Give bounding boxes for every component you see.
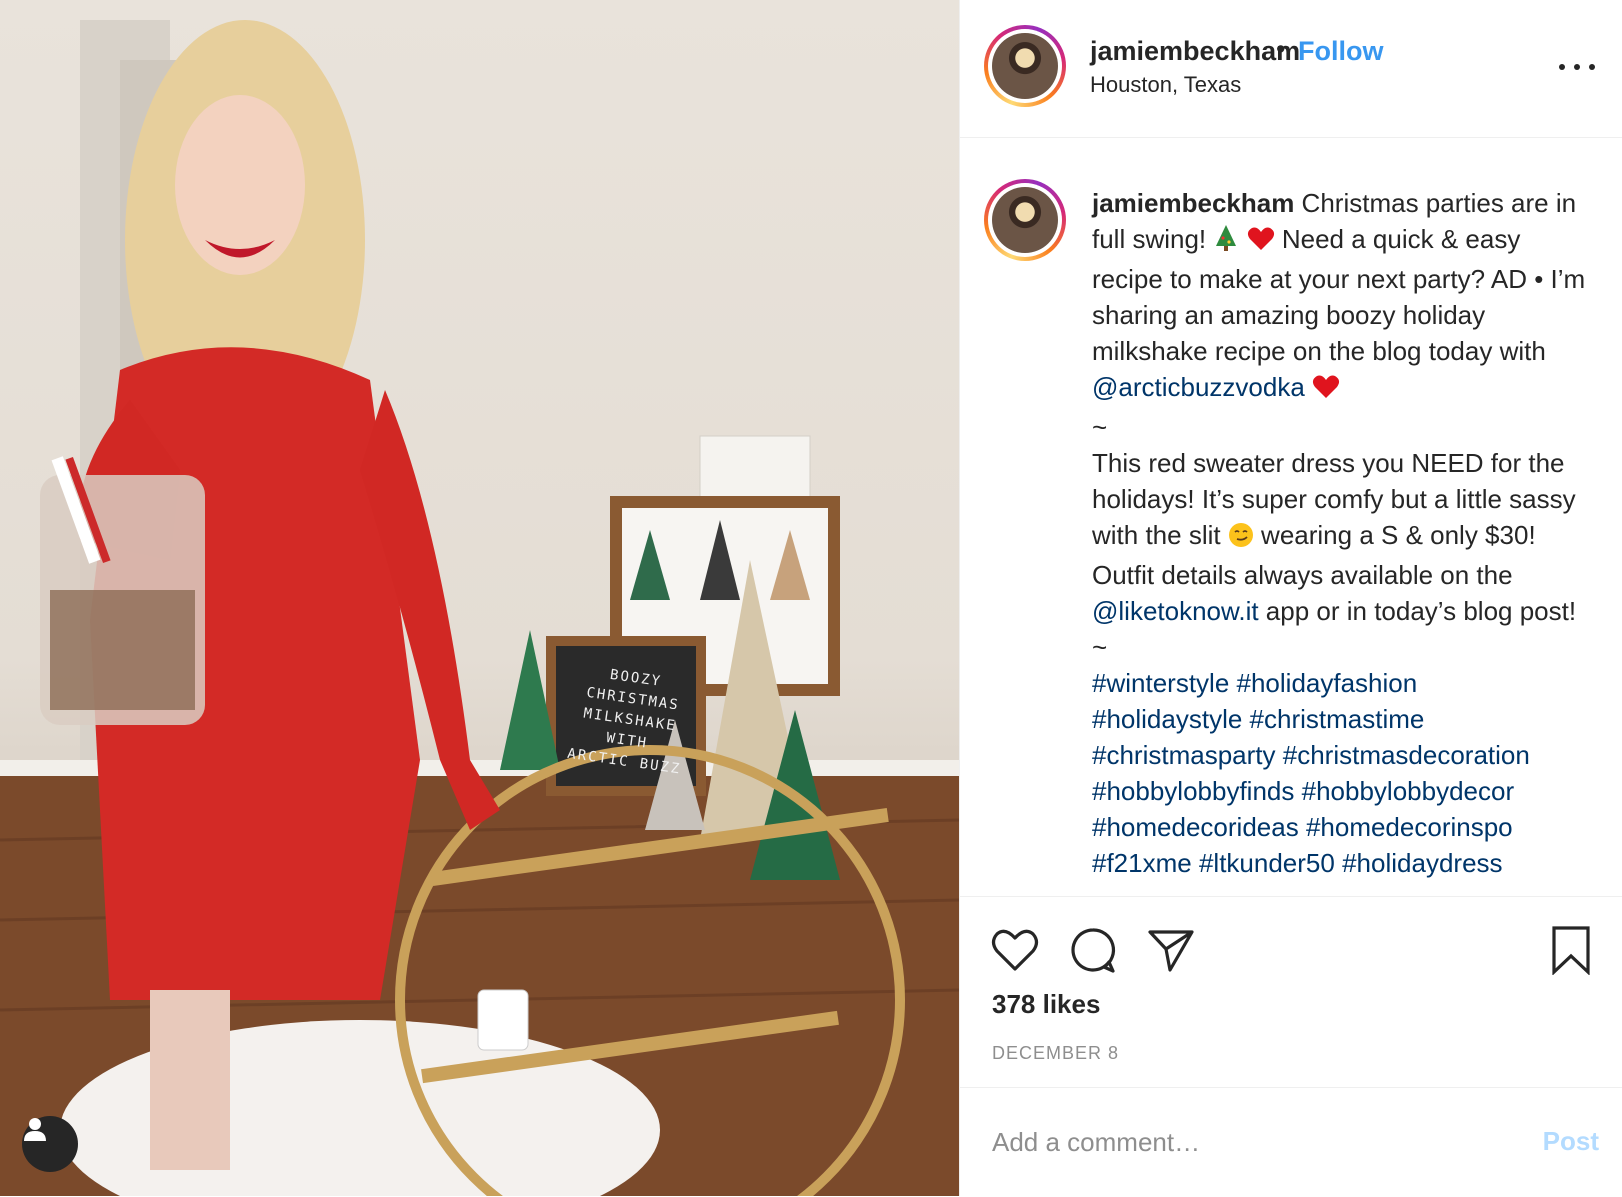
bookmark-icon[interactable] [1546, 925, 1596, 976]
hashtag-link[interactable]: #f21xme [1092, 848, 1192, 878]
caption-text: jamiembeckham Christmas parties are in f… [1092, 185, 1597, 881]
post-side-panel: jamiembeckham • Follow Houston, Texas ja… [959, 0, 1622, 1196]
follow-button[interactable]: Follow [1298, 36, 1383, 67]
header-username[interactable]: jamiembeckham [1090, 36, 1300, 67]
caption-tilde-1: ~ [1092, 412, 1108, 442]
post-date[interactable]: DECEMBER 8 [992, 1043, 1119, 1064]
caption-username[interactable]: jamiembeckham [1092, 188, 1294, 218]
christmas-tree-icon [1213, 224, 1239, 261]
hashtag-link[interactable]: #winterstyle [1092, 668, 1229, 698]
caption-avatar[interactable] [984, 179, 1066, 261]
post-photo[interactable]: BOOZY CHRISTMAS MILKSHAKE WITH ARCTIC BU… [0, 0, 959, 1196]
hashtag-list: #winterstyle #holidayfashion #holidaysty… [1092, 665, 1597, 881]
red-heart-icon [1312, 373, 1340, 409]
send-icon[interactable] [1146, 925, 1196, 975]
hashtag-link[interactable]: #hobbylobbydecor [1302, 776, 1515, 806]
more-options-icon[interactable] [1559, 52, 1595, 82]
mention-arcticbuzzvodka[interactable]: @arcticbuzzvodka [1092, 372, 1305, 402]
hashtag-link[interactable]: #holidaystyle [1092, 704, 1242, 734]
caption-part-5: app or in today’s blog post! [1258, 596, 1577, 626]
mention-liketoknow[interactable]: @liketoknow.it [1092, 596, 1259, 626]
comment-input[interactable] [992, 1122, 1512, 1162]
post-comment-button[interactable]: Post [1543, 1126, 1599, 1157]
hashtag-link[interactable]: #holidayfashion [1237, 668, 1418, 698]
hashtag-link[interactable]: #ltkunder50 [1199, 848, 1335, 878]
photo-illustration [0, 20, 959, 1196]
hashtag-link[interactable]: #homedecorideas [1092, 812, 1299, 842]
hashtag-link[interactable]: #holidaydress [1342, 848, 1502, 878]
comment-icon[interactable] [1068, 925, 1118, 975]
person-icon [24, 1118, 46, 1141]
caption-area[interactable]: jamiembeckham Christmas parties are in f… [960, 139, 1622, 895]
hashtag-link[interactable]: #christmasdecoration [1283, 740, 1530, 770]
hashtag-link[interactable]: #christmasparty [1092, 740, 1276, 770]
smirk-face-icon [1228, 521, 1254, 557]
hashtag-link[interactable]: #hobbylobbyfinds [1092, 776, 1294, 806]
hashtag-link[interactable]: #homedecorinspo [1306, 812, 1513, 842]
likes-count[interactable]: 378 likes [992, 989, 1100, 1020]
caption-tilde-2: ~ [1092, 632, 1108, 662]
hashtag-link[interactable]: #christmastime [1250, 704, 1425, 734]
header-separator: • [1276, 34, 1286, 64]
location-link[interactable]: Houston, Texas [1090, 72, 1241, 98]
comment-bar: Post [960, 1087, 1622, 1197]
user-tag-icon[interactable] [22, 1116, 78, 1172]
post-header: jamiembeckham • Follow Houston, Texas [960, 0, 1622, 138]
letter-board-text: BOOZY CHRISTMAS MILKSHAKE WITH ARCTIC BU… [566, 666, 683, 778]
instagram-post: BOOZY CHRISTMAS MILKSHAKE WITH ARCTIC BU… [0, 0, 1622, 1196]
header-avatar[interactable] [984, 25, 1066, 107]
post-actions: 378 likes DECEMBER 8 Post [960, 896, 1622, 1196]
red-heart-icon [1247, 225, 1275, 261]
heart-icon[interactable] [990, 925, 1040, 975]
caption-paragraph-2: This red sweater dress you NEED for the … [1092, 445, 1597, 629]
